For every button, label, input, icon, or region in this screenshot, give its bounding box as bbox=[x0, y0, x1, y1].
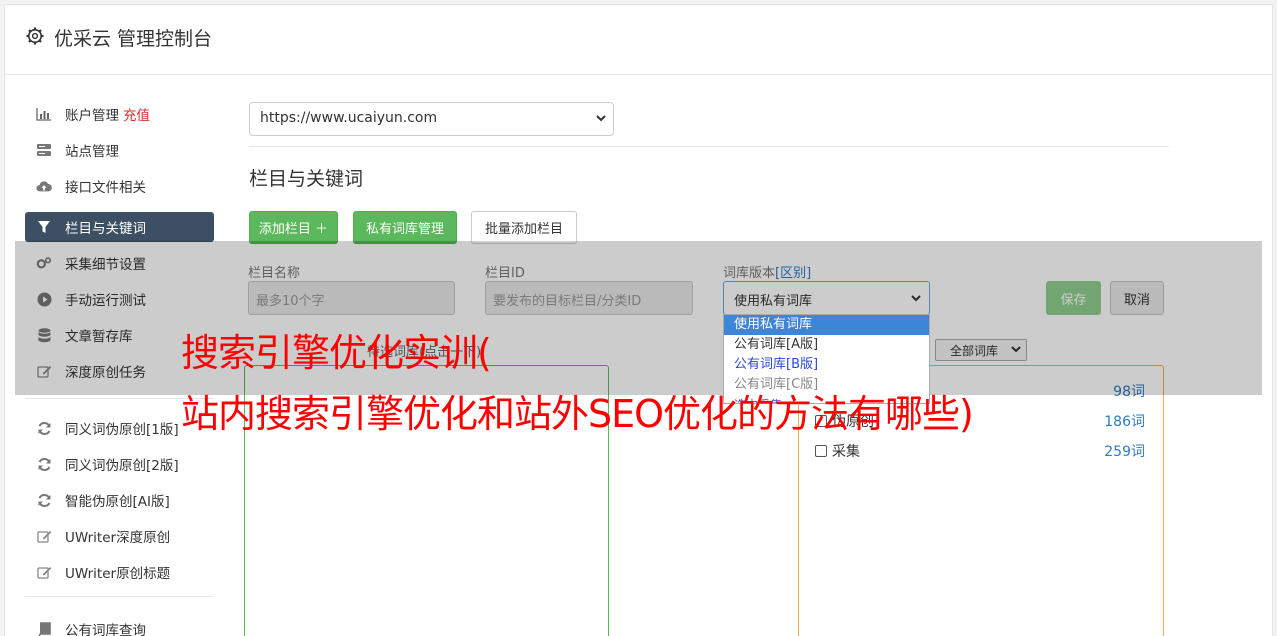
sidebar-item-label: 智能伪原创[AI版] bbox=[65, 494, 170, 510]
sidebar-item-ai-rewrite[interactable]: 智能伪原创[AI版] bbox=[25, 485, 214, 515]
sidebar-item-label: UWriter原创标题 bbox=[65, 566, 171, 582]
private-lib-button[interactable]: 私有词库管理 bbox=[353, 211, 457, 244]
site-select-value: https://www.ucaiyun.com bbox=[260, 110, 438, 126]
sidebar-item-label: 同义词伪原创[2版] bbox=[65, 458, 179, 474]
sidebar-item-account[interactable]: 账户管理 充值 bbox=[25, 99, 214, 129]
sidebar-item-public-lib-query[interactable]: 公有词库查询 bbox=[25, 614, 214, 636]
lib-count: 186词 bbox=[1104, 414, 1145, 430]
checkbox[interactable] bbox=[815, 445, 827, 457]
edit-icon bbox=[36, 528, 52, 544]
section-title: 栏目与关键词 bbox=[249, 168, 364, 190]
filter-icon bbox=[36, 219, 52, 235]
lib-name: 采集 bbox=[832, 444, 860, 460]
sidebar-item-label: 账户管理 bbox=[65, 108, 119, 124]
server-icon bbox=[36, 142, 52, 158]
sidebar-item-synonym-v2[interactable]: 同义词伪原创[2版] bbox=[25, 449, 214, 479]
book-icon bbox=[36, 621, 52, 636]
refresh-icon bbox=[36, 492, 52, 508]
refresh-icon bbox=[36, 420, 52, 436]
bar-chart-icon bbox=[36, 106, 52, 122]
headline-line-2: 站内搜索引擎优化和站外SEO优化的方法有哪些) bbox=[181, 392, 974, 436]
recharge-link[interactable]: 充值 bbox=[123, 104, 150, 124]
sidebar-item-label: 公有词库查询 bbox=[65, 623, 146, 636]
dropdown-option[interactable]: 使用私有词库 bbox=[724, 315, 929, 335]
lib-count: 259词 bbox=[1104, 444, 1145, 460]
add-column-button[interactable]: 添加栏目 ＋ bbox=[249, 211, 338, 244]
chevron-down-icon bbox=[596, 115, 606, 122]
list-item[interactable]: 采集 259词 bbox=[815, 441, 1145, 461]
sidebar-item-label: 同义词伪原创[1版] bbox=[65, 422, 179, 438]
sidebar-item-uwriter-title[interactable]: UWriter原创标题 bbox=[25, 557, 214, 587]
sidebar-item-label: 站点管理 bbox=[65, 144, 119, 160]
sidebar-divider bbox=[25, 596, 214, 597]
sidebar-item-uwriter-deep[interactable]: UWriter深度原创 bbox=[25, 521, 214, 551]
sidebar-item-label: 栏目与关键词 bbox=[65, 221, 146, 237]
batch-add-column-button[interactable]: 批量添加栏目 bbox=[471, 211, 577, 244]
dropdown-option[interactable]: 公有词库[B版] bbox=[724, 355, 929, 375]
refresh-icon bbox=[36, 456, 52, 472]
dropdown-option[interactable]: 公有词库[A版] bbox=[724, 335, 929, 355]
edit-icon bbox=[36, 564, 52, 580]
sidebar-item-columns-keywords[interactable]: 栏目与关键词 bbox=[25, 212, 214, 242]
sidebar-item-sites[interactable]: 站点管理 bbox=[25, 135, 214, 165]
headline-line-1: 搜索引擎优化实训( bbox=[181, 331, 492, 375]
gear-icon bbox=[26, 27, 44, 45]
sidebar-item-interface-files[interactable]: 接口文件相关 bbox=[25, 171, 214, 201]
site-select[interactable]: https://www.ucaiyun.com bbox=[249, 102, 614, 136]
sidebar-item-label: 接口文件相关 bbox=[65, 180, 146, 196]
divider bbox=[249, 146, 1169, 147]
top-bar: 优采云 管理控制台 bbox=[5, 5, 1272, 75]
app-title: 优采云 管理控制台 bbox=[54, 28, 213, 50]
cloud-upload-icon bbox=[36, 178, 52, 194]
sidebar-item-label: UWriter深度原创 bbox=[65, 530, 171, 546]
